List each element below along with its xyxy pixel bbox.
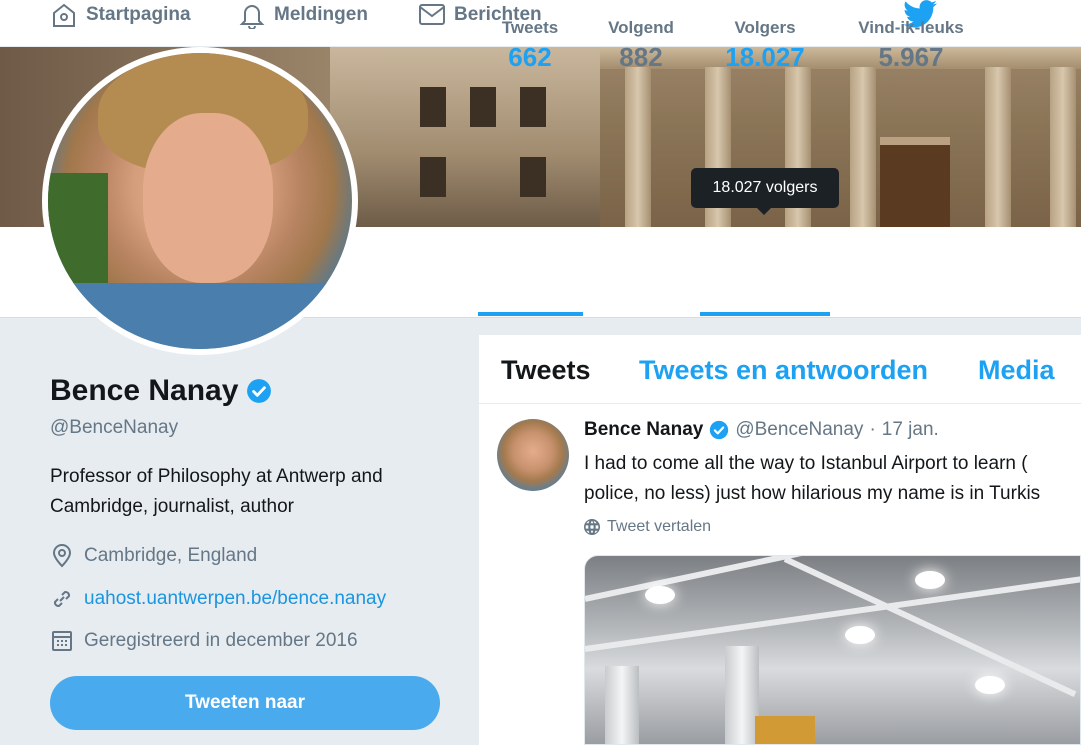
nav-notifications[interactable]: Meldingen <box>238 0 368 30</box>
link-icon <box>53 590 71 608</box>
banner-column <box>850 67 876 227</box>
profile-handle[interactable]: @BenceNanay <box>50 417 178 439</box>
avatar-shirt <box>48 283 352 349</box>
stat-tweets[interactable]: Tweets 662 <box>478 18 582 73</box>
avatar-background-foliage <box>48 173 108 293</box>
profile-name-text: Bence Nanay <box>50 374 239 407</box>
banner-window <box>420 87 446 127</box>
stat-followers-underline <box>700 312 830 316</box>
stat-followers-label: Volgers <box>734 18 796 37</box>
avatar-face <box>143 113 273 283</box>
tweet-header: Bence Nanay @BenceNanay · 17 jan. <box>584 419 939 441</box>
stat-following[interactable]: Volgend 882 <box>598 18 684 73</box>
home-icon <box>53 3 75 27</box>
tweet-text-line: police, no less) just how hilarious my n… <box>584 483 1041 504</box>
profile-location-text: Cambridge, England <box>84 545 258 566</box>
stat-likes[interactable]: Vind-ik-leuks 5.967 <box>846 18 976 73</box>
banner-window <box>420 157 446 197</box>
profile-joined: Geregistreerd in december 2016 <box>50 629 358 653</box>
nav-home[interactable]: Startpagina <box>50 0 191 30</box>
banner-column <box>985 67 1011 227</box>
calendar-icon <box>52 631 72 651</box>
media-ceiling-light <box>645 586 675 604</box>
profile-name: Bence Nanay <box>50 374 272 408</box>
tweet-to-button[interactable]: Tweeten naar <box>50 676 440 730</box>
stat-following-label: Volgend <box>608 18 674 37</box>
banner-window <box>470 87 496 127</box>
profile-joined-text: Geregistreerd in december 2016 <box>84 630 358 651</box>
media-pillar <box>725 646 759 744</box>
verified-badge-icon <box>247 379 272 403</box>
stat-tweets-value: 662 <box>508 42 552 72</box>
stat-likes-label: Vind-ik-leuks <box>858 18 964 37</box>
stat-followers-value: 18.027 <box>725 42 805 72</box>
nav-home-label: Startpagina <box>86 4 191 25</box>
tweet-text: I had to come all the way to Istanbul Ai… <box>584 449 1081 509</box>
bell-icon <box>239 5 265 29</box>
banner-window <box>520 157 546 197</box>
media-ceiling-light <box>845 626 875 644</box>
tab-tweets[interactable]: Tweets <box>501 355 591 386</box>
banner-door <box>880 137 950 227</box>
tweet-author-handle[interactable]: @BenceNanay <box>735 419 863 441</box>
tab-media[interactable]: Media <box>978 355 1055 386</box>
media-pillar <box>605 666 639 744</box>
tweet-author-avatar[interactable] <box>497 419 569 491</box>
stat-followers[interactable]: Volgers 18.027 <box>700 18 830 73</box>
translate-tweet-link[interactable]: Tweet vertalen <box>584 518 711 536</box>
stat-likes-value: 5.967 <box>878 42 944 72</box>
stat-following-value: 882 <box>619 42 663 72</box>
banner-column <box>625 67 651 227</box>
tweet-date[interactable]: 17 jan. <box>882 419 939 441</box>
nav-notifications-label: Meldingen <box>274 4 368 25</box>
envelope-icon <box>419 4 445 25</box>
stat-tweets-underline <box>478 312 583 316</box>
profile-website-link[interactable]: uahost.uantwerpen.be/bence.nanay <box>84 588 386 610</box>
tweet-author-name[interactable]: Bence Nanay <box>584 419 703 441</box>
translate-tweet-label: Tweet vertalen <box>607 518 712 535</box>
verified-badge-icon <box>710 420 729 440</box>
profile-bio: Professor of Philosophy at Antwerp and C… <box>50 466 383 517</box>
tweet-media-image[interactable] <box>584 555 1081 745</box>
stat-tweets-label: Tweets <box>501 18 559 37</box>
media-ceiling-light <box>975 676 1005 694</box>
media-ceiling-light <box>915 571 945 589</box>
media-signboard <box>755 716 815 744</box>
tweet-text-line: I had to come all the way to Istanbul Ai… <box>584 453 1028 474</box>
banner-window <box>520 87 546 127</box>
tab-tweets-and-replies[interactable]: Tweets en antwoorden <box>639 355 928 386</box>
followers-tooltip: 18.027 volgers <box>691 168 839 215</box>
timeline-tabs: Tweets Tweets en antwoorden Media <box>479 335 1081 404</box>
profile-website: uahost.uantwerpen.be/bence.nanay <box>50 587 386 611</box>
location-pin-icon <box>52 544 72 568</box>
tweet-separator: · <box>869 419 876 440</box>
banner-building-middle <box>330 47 610 227</box>
banner-column <box>1050 67 1076 227</box>
globe-icon <box>584 519 600 535</box>
profile-location: Cambridge, England <box>50 544 257 568</box>
timeline: Tweets Tweets en antwoorden Media Bence … <box>479 335 1081 745</box>
profile-avatar[interactable] <box>42 47 358 355</box>
